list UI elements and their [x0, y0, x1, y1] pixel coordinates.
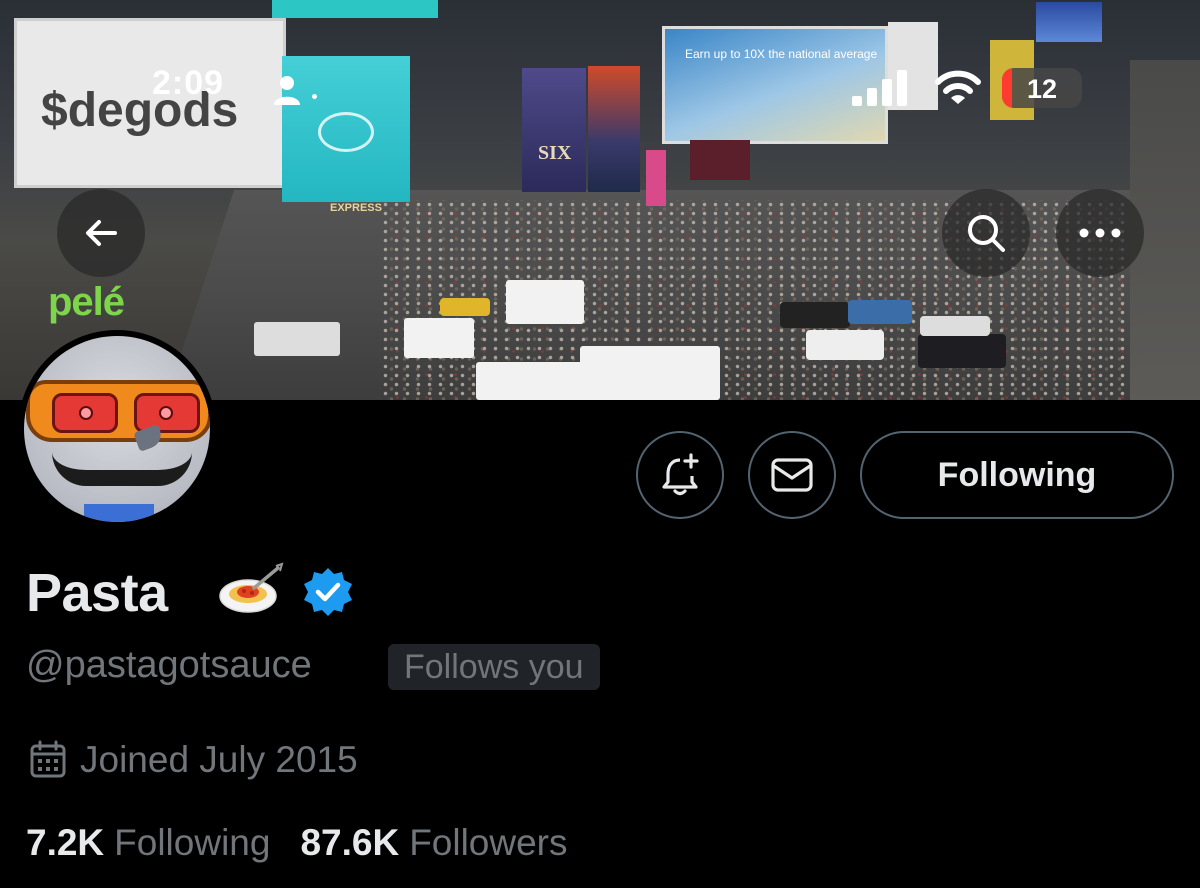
envelope-icon — [771, 458, 813, 492]
profile-stats: 7.2K Following 87.6K Followers — [26, 820, 568, 866]
billboard-ad-text: Earn up to 10X the national average — [685, 47, 878, 61]
banner-express-sign: EXPRESS — [330, 202, 382, 214]
person-icon — [274, 76, 300, 105]
arrow-left-icon — [86, 220, 117, 246]
banner-billboard-poster — [588, 66, 640, 192]
billboard-logo — [318, 112, 374, 152]
banner-pele-sign: pelé — [48, 280, 125, 324]
banner-truck — [580, 346, 720, 400]
joined-text: Joined July 2015 — [80, 739, 358, 780]
avatar-lens-right — [134, 393, 200, 433]
status-time: 2:09 — [152, 64, 225, 102]
search-icon — [968, 215, 1005, 252]
more-options-button[interactable] — [1056, 189, 1144, 277]
search-button[interactable] — [942, 189, 1030, 277]
banner-car — [780, 302, 850, 328]
banner-van — [506, 280, 584, 324]
avatar-lens-left — [52, 393, 118, 433]
billboard-six-text: SIX — [538, 142, 572, 164]
avatar-image — [24, 336, 210, 522]
banner-car — [848, 300, 912, 324]
more-horizontal-icon — [1079, 228, 1121, 238]
avatar-eye — [79, 406, 93, 420]
following-count-link[interactable]: 7.2K Following — [26, 822, 270, 864]
battery-percent: 12 — [1026, 74, 1058, 104]
display-name: Pasta — [26, 563, 168, 623]
following-label: Following — [114, 822, 271, 863]
profile-banner[interactable]: $degods EXPRESS Earn up to 10X the natio… — [0, 0, 1200, 400]
banner-car — [920, 316, 990, 336]
avatar-mouth — [52, 452, 192, 486]
notifications-button[interactable] — [636, 431, 724, 519]
profile-avatar[interactable] — [18, 330, 216, 528]
banner-car — [440, 298, 490, 316]
wifi-icon — [935, 70, 981, 104]
message-button[interactable] — [748, 431, 836, 519]
spaghetti-emoji-icon — [219, 562, 284, 613]
banner-car — [806, 330, 884, 360]
battery-icon: 12 — [1002, 68, 1082, 108]
followers-count-link[interactable]: 87.6K Followers — [300, 822, 567, 864]
followers-label: Followers — [409, 822, 568, 863]
back-button[interactable] — [57, 189, 145, 277]
bell-plus-icon — [662, 453, 699, 496]
avatar-shirt — [84, 504, 154, 522]
signal-icon — [852, 70, 907, 106]
banner-billboard-six: SIX — [522, 68, 586, 192]
follows-you-badge: Follows you — [388, 644, 600, 690]
banner-billboard-pink — [646, 150, 666, 206]
banner-billboard-blue-top — [1036, 2, 1102, 42]
banner-billboard-degods: $degods — [14, 18, 286, 188]
avatar-goggles — [26, 380, 210, 442]
avatar-eye — [159, 406, 173, 420]
verified-badge-icon — [304, 568, 352, 616]
status-dot — [312, 94, 317, 99]
joined-date: Joined July 2015 — [28, 738, 358, 782]
profile-handle: @pastagotsauce — [26, 644, 312, 686]
banner-truck — [476, 362, 590, 400]
banner-car — [918, 334, 1006, 368]
banner-billboard-teal-top — [272, 0, 438, 18]
banner-storefront — [690, 140, 750, 180]
following-button[interactable]: Following — [860, 431, 1174, 519]
banner-van — [404, 318, 474, 358]
calendar-icon — [30, 740, 66, 778]
banner-van — [254, 322, 340, 356]
followers-count: 87.6K — [300, 822, 400, 863]
following-count: 7.2K — [26, 822, 105, 863]
